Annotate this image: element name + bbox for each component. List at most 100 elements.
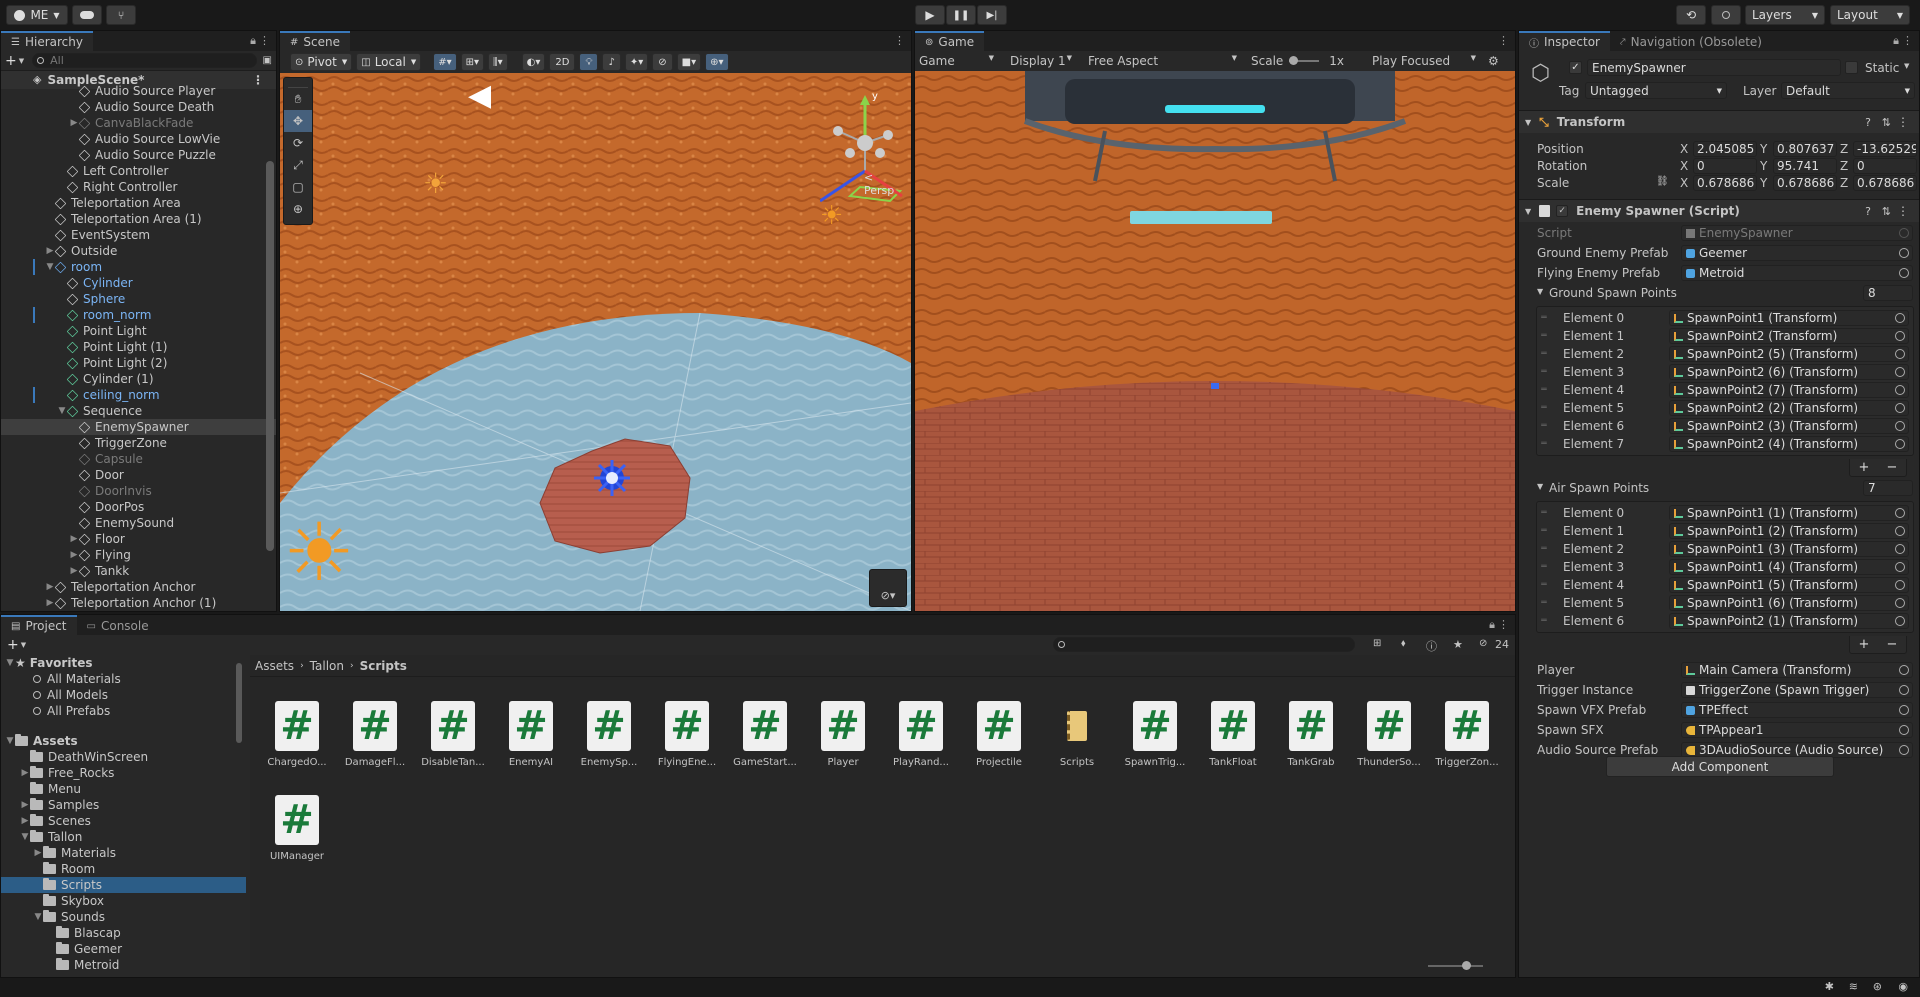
- kebab-menu-icon[interactable]: ⋮: [259, 34, 270, 47]
- static-checkbox[interactable]: [1845, 61, 1858, 74]
- hierarchy-item[interactable]: Cylinder: [1, 275, 276, 291]
- rect-tool-icon[interactable]: ▢: [284, 176, 312, 198]
- axis-x-label[interactable]: X: [1680, 176, 1688, 190]
- axis-z-label[interactable]: Z: [1840, 159, 1848, 173]
- script-enabled-checkbox[interactable]: ✓: [1556, 205, 1569, 217]
- constrain-proportions-icon[interactable]: ⛓: [1656, 176, 1669, 187]
- lock-icon[interactable]: 🔒︎: [1893, 34, 1899, 48]
- hierarchy-item[interactable]: room_norm: [1, 307, 276, 323]
- scale-slider[interactable]: [1289, 56, 1320, 65]
- element-transform-field[interactable]: SpawnPoint2 (6) (Transform): [1669, 364, 1909, 380]
- tab-inspector[interactable]: ⓘ Inspector: [1519, 31, 1610, 51]
- add-component-button[interactable]: Add Component: [1606, 756, 1834, 777]
- asset-item[interactable]: # PlayRand...: [886, 701, 956, 768]
- breadcrumb-item[interactable]: Assets: [255, 659, 294, 673]
- step-button[interactable]: ▶|: [977, 5, 1007, 25]
- drag-handle-icon[interactable]: ═: [1537, 349, 1551, 359]
- effects-toggle[interactable]: ✦▾: [624, 53, 649, 71]
- layout-dropdown[interactable]: Layout ▼: [1830, 5, 1910, 25]
- chevron-right-icon[interactable]: ▶: [33, 845, 43, 861]
- drag-handle-icon[interactable]: ═: [1537, 508, 1551, 518]
- rotation-z-field[interactable]: 0: [1853, 158, 1917, 174]
- folder-item[interactable]: ▼ Tallon: [1, 829, 246, 845]
- play-button[interactable]: ▶: [915, 5, 945, 25]
- asset-item[interactable]: # TriggerZon...: [1432, 701, 1502, 768]
- lock-icon[interactable]: 🔒︎: [1489, 618, 1495, 632]
- hierarchy-item[interactable]: ▶ Outside: [1, 243, 276, 259]
- icon-size-slider[interactable]: [1428, 961, 1483, 970]
- hierarchy-item[interactable]: DoorInvis: [1, 483, 276, 499]
- hierarchy-item[interactable]: Audio Source Puzzle: [1, 147, 276, 163]
- asset-item[interactable]: # SpawnTrig...: [1120, 701, 1190, 768]
- snap-increment-button[interactable]: ⫼▾: [488, 53, 508, 71]
- transform-tool-icon[interactable]: ⊕: [284, 198, 312, 220]
- object-picker-icon[interactable]: [1895, 562, 1905, 572]
- object-name-field[interactable]: EnemySpawner: [1587, 59, 1841, 76]
- rotate-tool-icon[interactable]: ⟳: [284, 132, 312, 154]
- hand-tool-icon[interactable]: ✋︎: [284, 88, 312, 110]
- kebab-menu-icon[interactable]: ⋮: [1897, 204, 1909, 218]
- star-icon[interactable]: ★: [1453, 638, 1463, 651]
- air-points-size-field[interactable]: 7: [1863, 480, 1913, 496]
- axis-y-label[interactable]: Y: [1760, 159, 1767, 173]
- object-picker-icon[interactable]: [1895, 313, 1905, 323]
- grid-snap-button[interactable]: #▾: [433, 53, 457, 71]
- favorite-item[interactable]: All Prefabs: [1, 703, 246, 719]
- hierarchy-item[interactable]: Point Light (2): [1, 355, 276, 371]
- element-transform-field[interactable]: SpawnPoint1 (Transform): [1669, 310, 1909, 326]
- asset-item[interactable]: Scripts: [1042, 701, 1112, 768]
- object-picker-icon[interactable]: [1895, 508, 1905, 518]
- game-mode-dropdown[interactable]: Game ▼: [915, 54, 1000, 68]
- drag-handle-icon[interactable]: ═: [1537, 580, 1551, 590]
- folder-item[interactable]: Menu: [1, 781, 246, 797]
- folder-item[interactable]: ▶ Samples: [1, 797, 246, 813]
- breadcrumb-item[interactable]: Tallon: [310, 659, 344, 673]
- element-transform-field[interactable]: SpawnPoint2 (1) (Transform): [1669, 613, 1909, 629]
- help-icon[interactable]: ?: [1865, 205, 1871, 218]
- element-transform-field[interactable]: SpawnPoint2 (Transform): [1669, 328, 1909, 344]
- tab-game[interactable]: ⊚ Game: [915, 31, 985, 51]
- asset-item[interactable]: # DisableTan...: [418, 701, 488, 768]
- favorite-item[interactable]: All Materials: [1, 671, 246, 687]
- create-button[interactable]: +: [5, 53, 17, 69]
- scale-x-field[interactable]: 0.678686: [1693, 175, 1757, 191]
- camera-dropdown[interactable]: ■▾: [676, 53, 702, 71]
- hierarchy-item[interactable]: Left Controller: [1, 163, 276, 179]
- cache-icon[interactable]: ≋: [1849, 980, 1858, 993]
- layers-dropdown[interactable]: Layers ▼: [1745, 5, 1825, 25]
- drag-handle-icon[interactable]: ═: [1537, 526, 1551, 536]
- display-dropdown[interactable]: Display 1 ▼: [1000, 54, 1078, 68]
- object-picker-icon[interactable]: [1899, 745, 1909, 755]
- property-object-field[interactable]: TriggerZone (Spawn Trigger): [1681, 682, 1913, 698]
- element-transform-field[interactable]: SpawnPoint1 (1) (Transform): [1669, 505, 1909, 521]
- search-by-type-icon[interactable]: ⊞: [1373, 638, 1381, 649]
- position-label[interactable]: Position: [1537, 142, 1584, 156]
- move-tool-icon[interactable]: ✥: [284, 110, 312, 132]
- kebab-menu-icon[interactable]: ⋮: [1897, 115, 1909, 129]
- ground-points-size-field[interactable]: 8: [1863, 285, 1913, 301]
- object-picker-icon[interactable]: [1899, 705, 1909, 715]
- position-z-field[interactable]: -13.62529: [1853, 141, 1917, 157]
- script-header[interactable]: ▼ ✓ Enemy Spawner (Script) ? ⇅ ⋮: [1519, 200, 1919, 222]
- object-picker-icon[interactable]: [1895, 544, 1905, 554]
- tab-scene[interactable]: # Scene: [280, 31, 350, 51]
- light-gizmo-icon[interactable]: ☀: [423, 170, 448, 198]
- object-picker-icon[interactable]: [1899, 725, 1909, 735]
- pivot-dropdown[interactable]: ⊙ Pivot ▼: [290, 53, 353, 71]
- draw-mode-button[interactable]: ◐▾: [521, 53, 546, 71]
- ground-spawn-points-header[interactable]: ▼ Ground Spawn Points 8: [1519, 285, 1919, 303]
- asset-item[interactable]: # EnemyAI: [496, 701, 566, 768]
- hierarchy-item[interactable]: ▶ Teleportation Anchor: [1, 579, 276, 595]
- game-viewport[interactable]: [915, 71, 1515, 611]
- drag-handle-icon[interactable]: ═: [1537, 403, 1551, 413]
- project-tree-scrollbar[interactable]: [236, 663, 242, 743]
- element-transform-field[interactable]: SpawnPoint2 (4) (Transform): [1669, 436, 1909, 452]
- visibility-toggle[interactable]: ⊘: [652, 53, 673, 71]
- object-picker-icon[interactable]: [1895, 421, 1905, 431]
- search-by-label-icon[interactable]: ⬧: [1401, 638, 1406, 649]
- asset-item[interactable]: # UIManager: [262, 795, 332, 862]
- hierarchy-item[interactable]: Door: [1, 467, 276, 483]
- object-picker-icon[interactable]: [1895, 616, 1905, 626]
- audio-source-gizmo[interactable]: ◀: [468, 81, 491, 111]
- axis-x-label[interactable]: X: [1680, 142, 1688, 156]
